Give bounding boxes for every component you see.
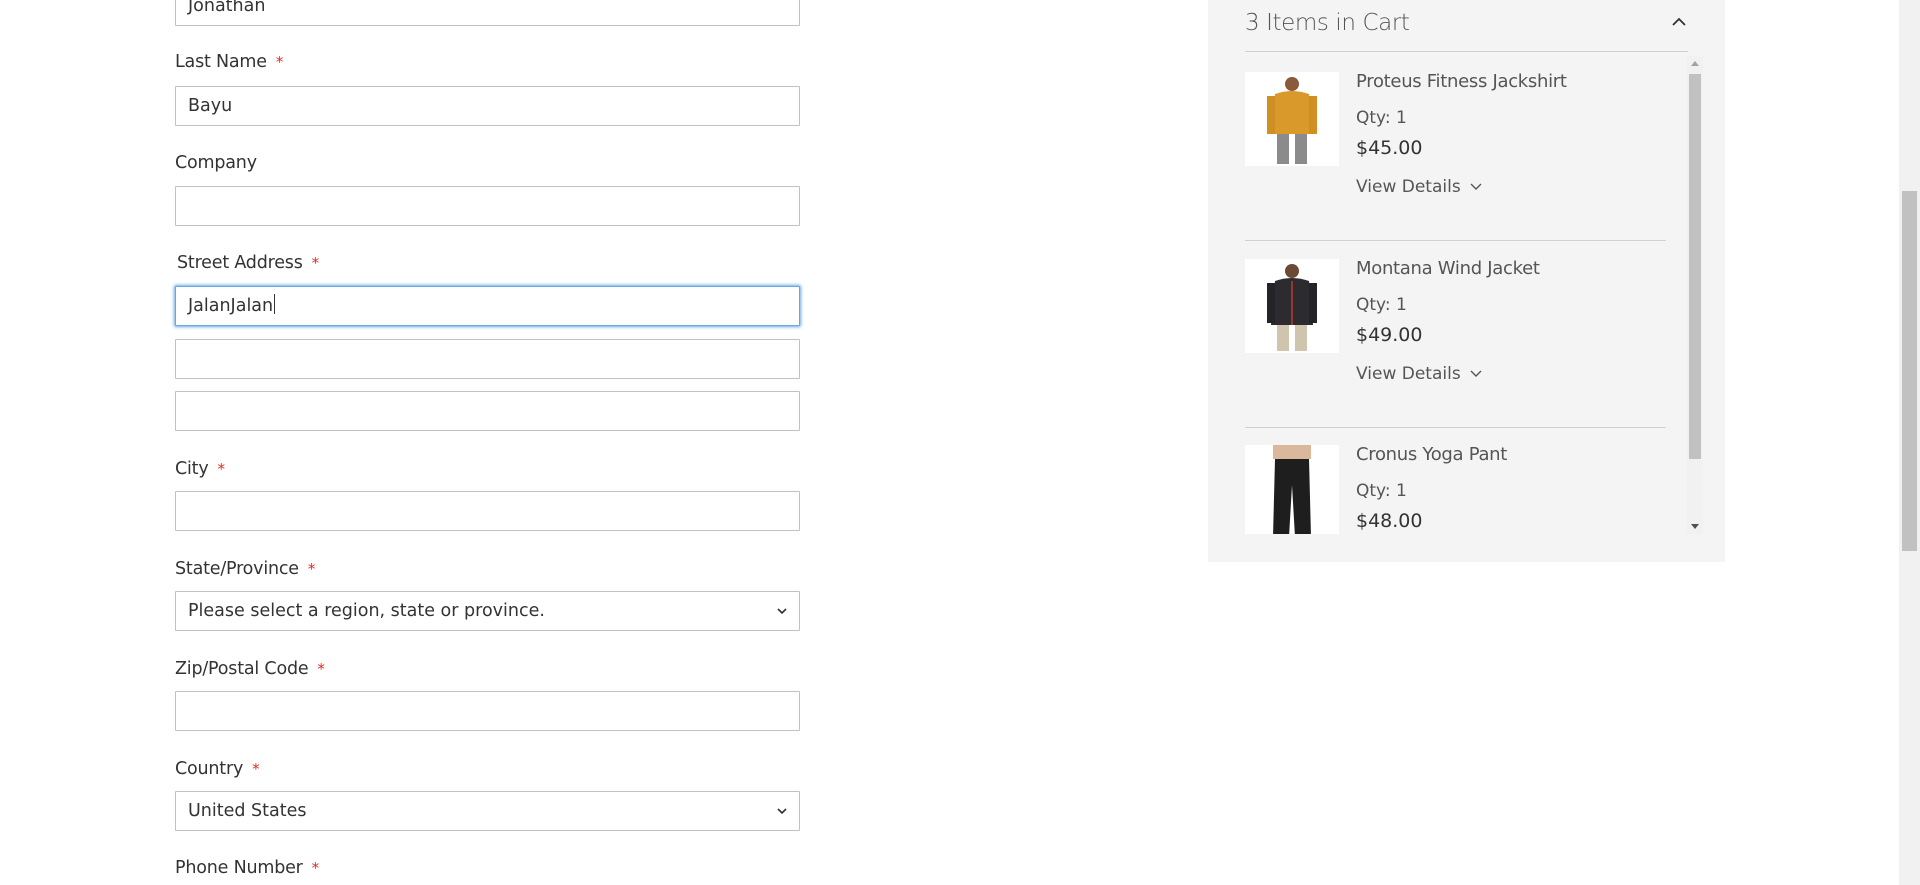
required-marker: * bbox=[311, 859, 320, 877]
company-input[interactable] bbox=[175, 186, 800, 226]
company-label: Company bbox=[175, 153, 257, 173]
scrollbar-thumb[interactable] bbox=[1689, 74, 1701, 459]
page-scrollbar[interactable] bbox=[1899, 0, 1920, 885]
state-province-select[interactable]: Please select a region, state or provinc… bbox=[175, 591, 800, 631]
divider bbox=[1245, 240, 1666, 241]
zip-postal-code-input[interactable] bbox=[175, 691, 800, 731]
zip-postal-code-label: Zip/Postal Code * bbox=[175, 659, 325, 679]
required-marker: * bbox=[307, 560, 316, 578]
product-name: Proteus Fitness Jackshirt bbox=[1356, 71, 1567, 92]
first-name-input[interactable]: Jonathan bbox=[175, 0, 800, 26]
divider bbox=[1245, 51, 1688, 52]
text-caret bbox=[274, 294, 276, 314]
product-thumbnail[interactable] bbox=[1245, 445, 1339, 534]
street-address-line2-input[interactable] bbox=[175, 339, 800, 379]
first-name-value: Jonathan bbox=[188, 0, 266, 16]
product-image-jackshirt bbox=[1245, 72, 1339, 166]
product-qty: Qty: 1 bbox=[1356, 295, 1407, 315]
order-summary-cart: 3 Items in Cart Proteus Fitness Jackshir… bbox=[1208, 0, 1725, 562]
street-address-label: Street Address * bbox=[177, 253, 319, 273]
last-name-label: Last Name * bbox=[175, 52, 284, 72]
street-address-line1-input[interactable]: JalanJalan bbox=[175, 286, 800, 326]
city-input[interactable] bbox=[175, 491, 800, 531]
product-image-wind-jacket bbox=[1245, 259, 1339, 353]
required-marker: * bbox=[311, 254, 320, 272]
cart-item: Cronus Yoga Pant Qty: 1 $48.00 bbox=[1245, 429, 1666, 534]
cart-items-list[interactable]: Proteus Fitness Jackshirt Qty: 1 $45.00 … bbox=[1245, 56, 1688, 534]
product-name: Montana Wind Jacket bbox=[1356, 258, 1540, 279]
product-thumbnail[interactable] bbox=[1245, 72, 1339, 166]
divider bbox=[1245, 427, 1666, 428]
product-thumbnail[interactable] bbox=[1245, 259, 1339, 353]
chevron-up-icon[interactable] bbox=[1671, 16, 1687, 28]
product-qty: Qty: 1 bbox=[1356, 108, 1407, 128]
cart-item: Montana Wind Jacket Qty: 1 $49.00 View D… bbox=[1245, 243, 1666, 428]
required-marker: * bbox=[217, 460, 226, 478]
last-name-input[interactable]: Bayu bbox=[175, 86, 800, 126]
chevron-down-icon bbox=[1470, 370, 1482, 377]
product-price: $45.00 bbox=[1356, 137, 1423, 159]
cart-list-scrollbar[interactable] bbox=[1687, 56, 1703, 534]
product-name: Cronus Yoga Pant bbox=[1356, 444, 1508, 465]
chevron-down-icon bbox=[777, 808, 787, 815]
country-selected-value: United States bbox=[188, 801, 307, 821]
country-label: Country * bbox=[175, 759, 260, 779]
cart-items-title: 3 Items in Cart bbox=[1245, 10, 1410, 36]
chevron-down-icon bbox=[1470, 183, 1482, 190]
street-address-line3-input[interactable] bbox=[175, 391, 800, 431]
last-name-value: Bayu bbox=[188, 96, 233, 116]
scroll-down-arrow-icon[interactable] bbox=[1691, 524, 1699, 529]
required-marker: * bbox=[317, 660, 325, 678]
city-label: City * bbox=[175, 459, 225, 479]
street-line1-value: JalanJalan bbox=[188, 296, 274, 316]
country-select[interactable]: United States bbox=[175, 791, 800, 831]
state-province-label: State/Province * bbox=[175, 559, 316, 579]
required-marker: * bbox=[252, 760, 260, 778]
view-details-toggle[interactable]: View Details bbox=[1356, 177, 1482, 197]
state-selected-value: Please select a region, state or provinc… bbox=[188, 601, 545, 621]
cart-item: Proteus Fitness Jackshirt Qty: 1 $45.00 … bbox=[1245, 56, 1666, 241]
view-details-toggle[interactable]: View Details bbox=[1356, 364, 1482, 384]
product-price: $48.00 bbox=[1356, 510, 1423, 532]
required-marker: * bbox=[275, 53, 284, 71]
product-qty: Qty: 1 bbox=[1356, 481, 1407, 501]
chevron-down-icon bbox=[777, 608, 787, 615]
product-price: $49.00 bbox=[1356, 324, 1423, 346]
scroll-up-arrow-icon[interactable] bbox=[1691, 61, 1699, 66]
phone-number-label: Phone Number * bbox=[175, 858, 319, 878]
page-scrollbar-thumb[interactable] bbox=[1902, 191, 1917, 551]
product-image-yoga-pant bbox=[1245, 445, 1339, 534]
